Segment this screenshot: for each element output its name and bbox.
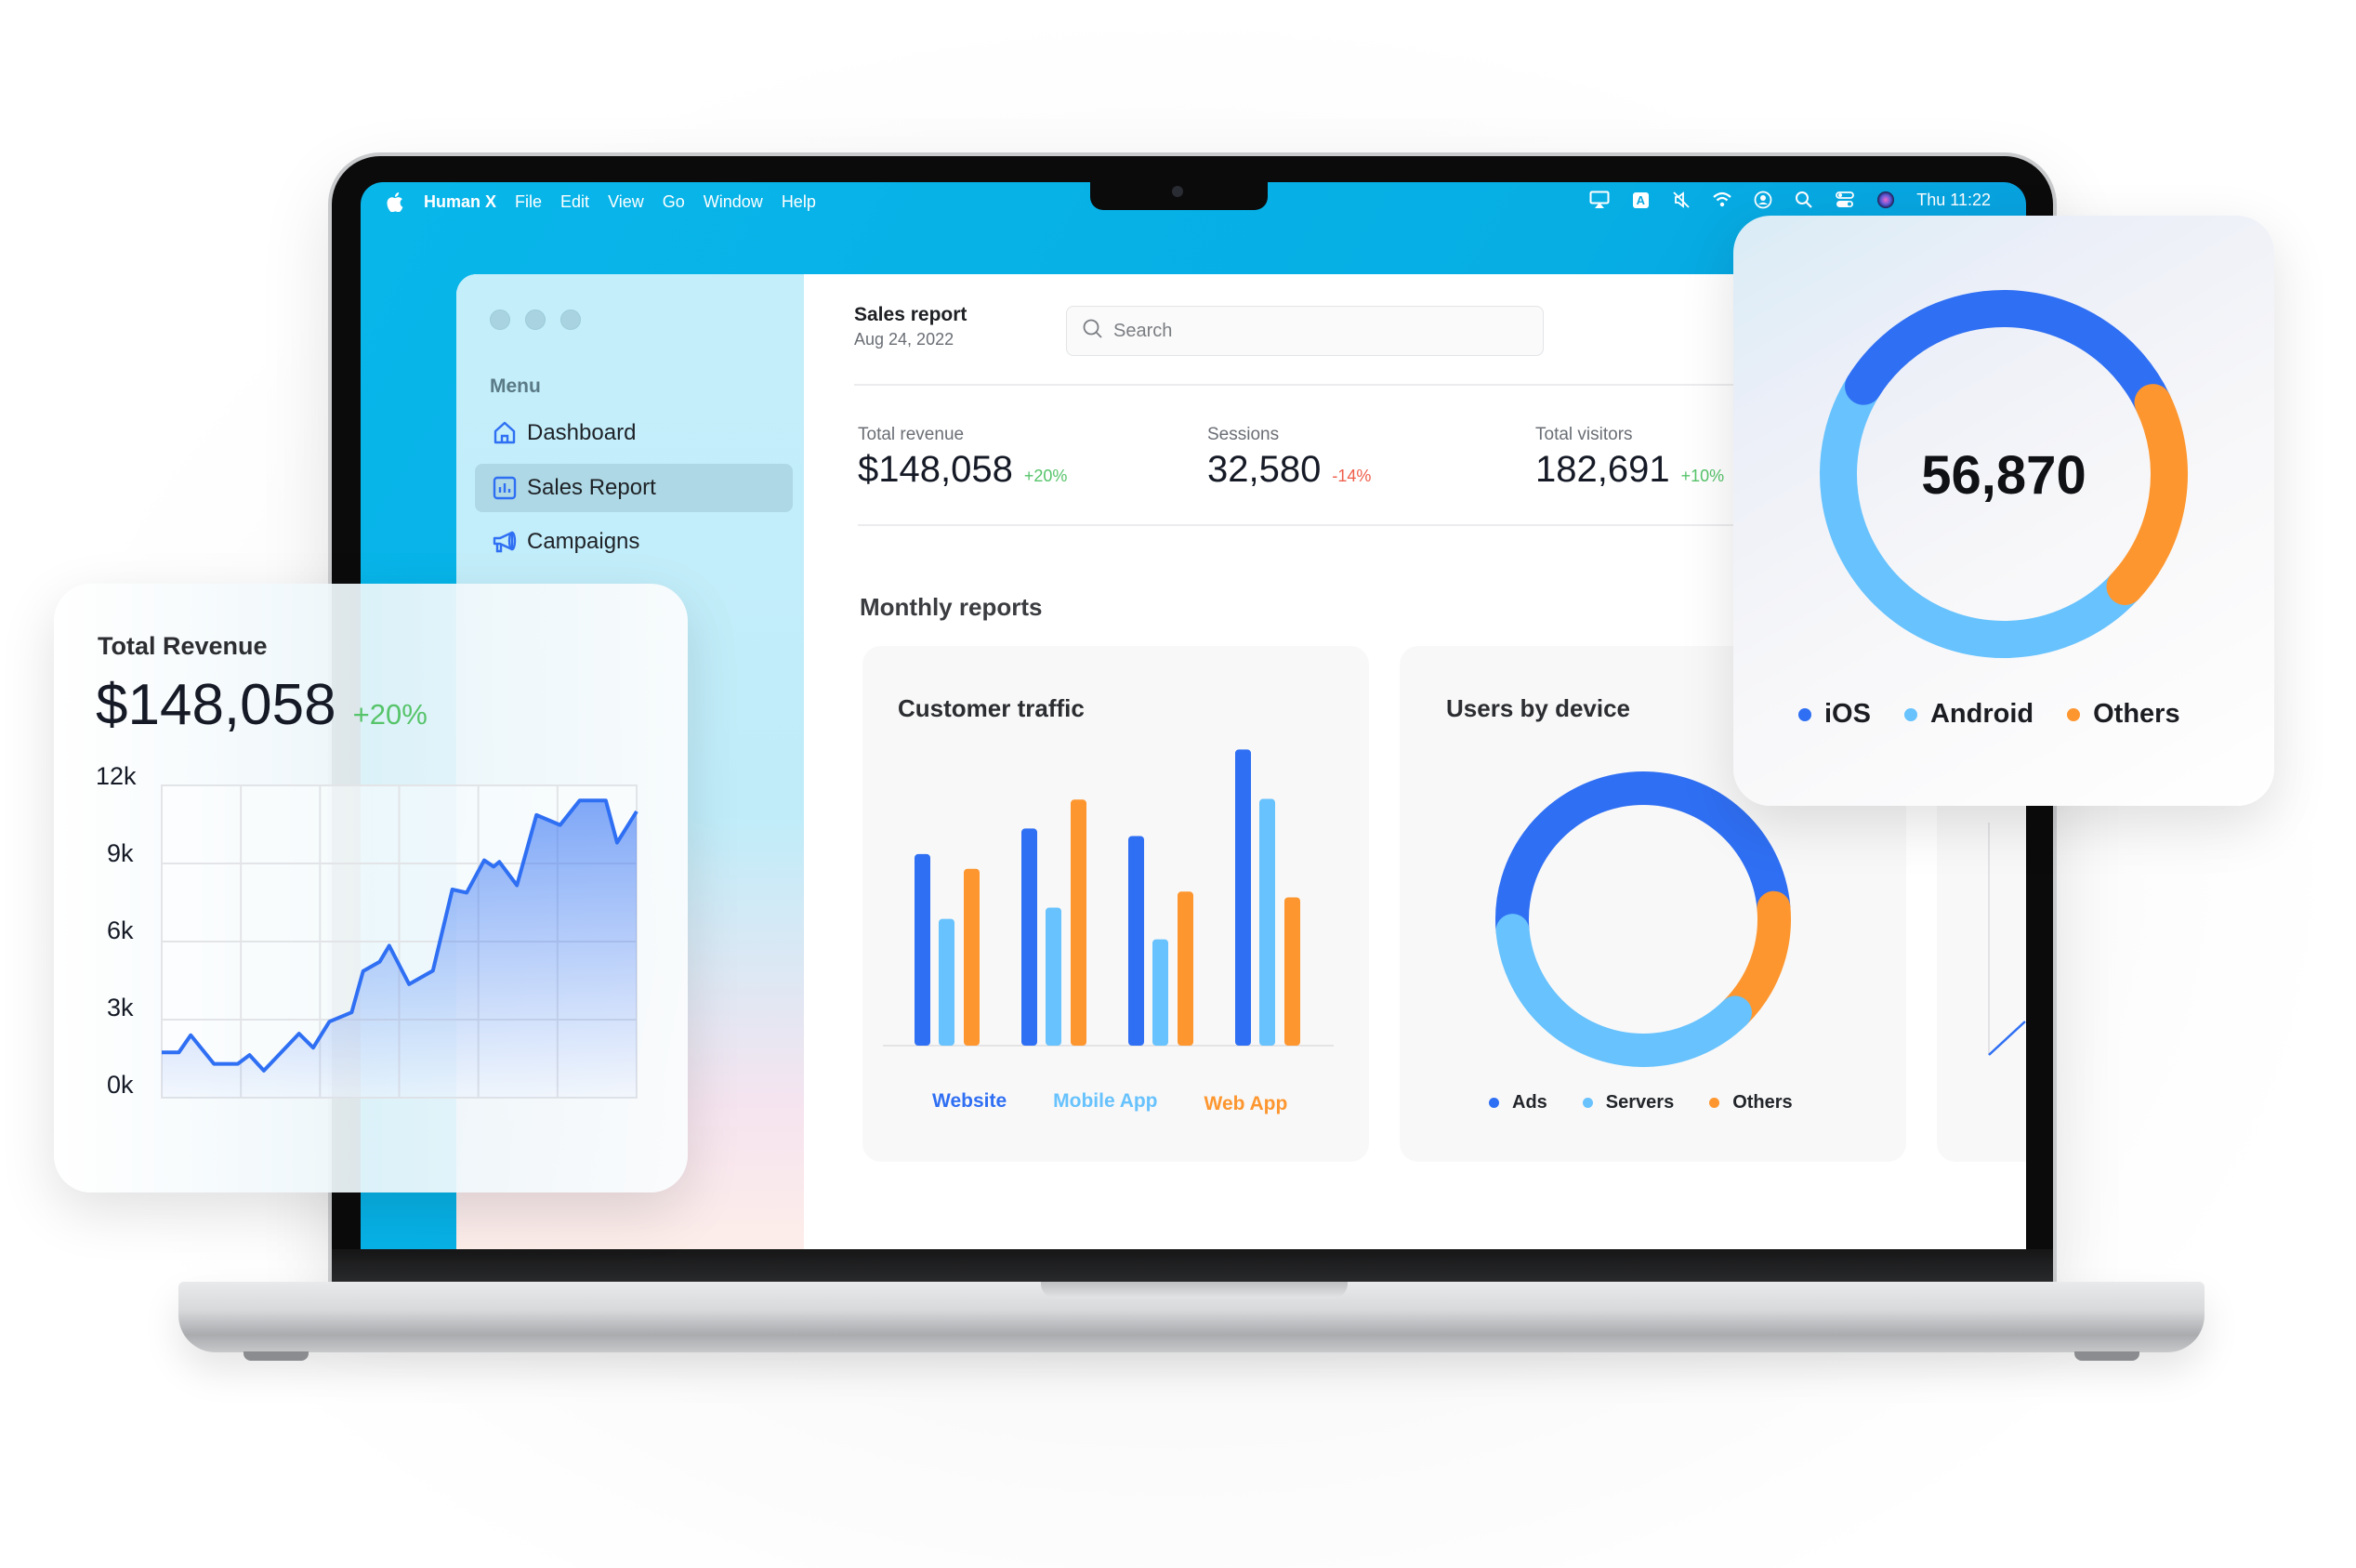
legend-dot [1709,1098,1720,1108]
legend-dot [1582,1098,1593,1108]
stat-label: Total revenue [858,425,965,444]
window-close-button[interactable] [490,310,510,330]
bar-mobile-app [1259,798,1275,1046]
user-icon[interactable] [1753,190,1773,210]
bar-website [915,853,930,1046]
device-legend: iOS Android Others [1798,699,2180,730]
menu-help[interactable]: Help [782,192,816,212]
window-zoom-button[interactable] [560,310,581,330]
stat-label: Sessions [1207,425,1280,444]
revenue-area-chart [161,784,638,1099]
stat-delta: +20% [1023,467,1068,485]
bar-website [1021,828,1037,1046]
laptop-foot [243,1351,309,1361]
menu-edit[interactable]: Edit [560,192,589,212]
legend-dot [1798,707,1811,721]
sidebar-section-label: Menu [490,376,541,397]
bar-mobile-app [1152,939,1168,1046]
laptop-hinge [332,1249,2053,1285]
stage: Human X File Edit View Go Window Help A [0,0,2356,1568]
wifi-icon[interactable] [1712,190,1732,210]
camera-notch [1090,182,1268,210]
legend-dot [2067,707,2081,721]
bar-mobile-app [1046,907,1061,1046]
search-input[interactable] [1113,320,1522,342]
sidebar-item-campaigns[interactable]: Campaigns [475,518,793,566]
legend-dot [1903,707,1917,721]
legend-others: Others [1709,1092,1793,1113]
menu-clock[interactable]: Thu 11:22 [1916,191,1991,210]
control-center-icon[interactable] [1835,190,1855,210]
legend-website: Website [932,1090,1007,1112]
customer-traffic-card: Customer traffic Website Mobile App Web … [862,646,1369,1162]
legend-servers: Servers [1582,1092,1675,1113]
legend-mobile-app: Mobile App [1053,1090,1158,1112]
bar-chart-legend: Website Mobile App Web App [932,1090,1287,1115]
legend-web-app: Web App [1204,1093,1288,1114]
donut-center-value: 56,870 [1921,445,2086,506]
home-icon [492,420,518,446]
input-source-icon[interactable]: A [1630,190,1651,210]
device-donut-card: 56,870 iOS Android Others [1733,216,2274,806]
legend-label: Android [1929,699,2034,729]
donut-legend: Ads Servers Others [1489,1092,1793,1113]
page-title: Sales report [854,304,967,325]
stat-delta: -14% [1332,467,1372,485]
stat-value: 32,580 [1207,449,1322,490]
search-icon [1082,318,1104,345]
bar-mobile-app [939,918,954,1046]
bar-website [1235,749,1251,1046]
section-title: Monthly reports [860,593,1043,621]
mute-icon[interactable] [1671,190,1691,210]
window-minimize-button[interactable] [525,310,546,330]
sidebar-item-dashboard[interactable]: Dashboard [475,409,793,457]
menu-view[interactable]: View [608,192,644,212]
legend-label: Ads [1512,1092,1547,1113]
sidebar-item-label: Dashboard [527,420,637,445]
laptop-foot [2074,1351,2139,1361]
stat-label: Total visitors [1535,425,1633,444]
camera-icon [1172,186,1183,197]
stat-delta: +10% [1680,467,1725,485]
page-date: Aug 24, 2022 [854,330,954,349]
stat-value: 182,691 [1535,449,1670,490]
airplay-icon[interactable] [1589,190,1610,210]
sidebar-item-label: Campaigns [527,529,640,554]
legend-label: Others [2093,699,2180,729]
stat-total-revenue: Total revenue $148,058 +20% [858,425,1067,491]
menu-app-name[interactable]: Human X [424,192,496,212]
spotlight-search-icon[interactable] [1794,190,1814,210]
siri-icon[interactable] [1876,190,1896,210]
bar-website [1128,836,1144,1046]
menu-file[interactable]: File [515,192,542,212]
legend-label: iOS [1824,699,1871,729]
stat-sessions: Sessions 32,580 -14% [1207,425,1371,491]
bar-web-app [1178,891,1193,1046]
bar-web-app [1284,897,1300,1046]
megaphone-icon [492,529,518,555]
sidebar-item-sales-report[interactable]: Sales Report [475,464,793,512]
legend-android: Android [1903,699,2034,730]
sidebar-item-label: Sales Report [527,475,656,500]
bar-web-app [964,868,980,1046]
legend-label: Servers [1605,1092,1675,1113]
menu-go[interactable]: Go [663,192,685,212]
legend-label: Others [1732,1092,1793,1113]
menu-window[interactable]: Window [704,192,763,212]
legend-others: Others [2067,699,2180,730]
bar-chart [883,749,1334,1047]
legend-dot [1489,1098,1499,1108]
input-source-letter: A [1632,191,1649,208]
total-revenue-card: Total Revenue $148,058 +20% 12k 9k 6k 3k… [54,584,688,1192]
laptop-opening-groove [1041,1282,1348,1298]
legend-ads: Ads [1489,1092,1547,1113]
search-field[interactable] [1066,306,1544,356]
legend-ios: iOS [1798,699,1871,730]
apple-logo-icon[interactable] [385,191,405,212]
stat-total-visitors: Total visitors 182,691 +10% [1535,425,1724,491]
bar-web-app [1071,799,1086,1046]
bar-chart-icon [492,475,518,501]
stat-value: $148,058 [858,449,1013,490]
line-chart-fragment [1988,1021,2026,1056]
